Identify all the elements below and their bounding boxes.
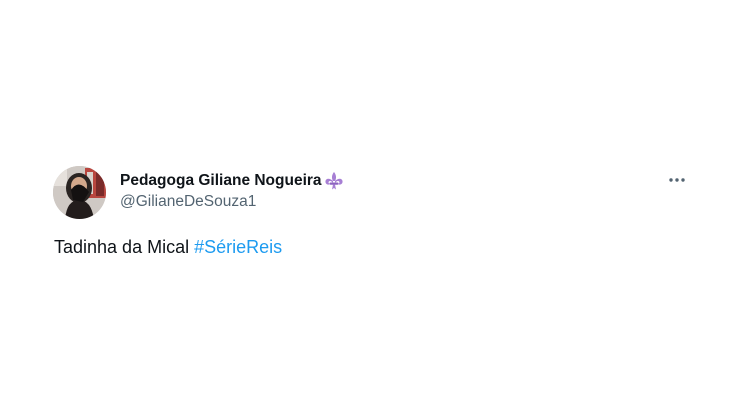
more-horizontal-icon <box>669 178 685 182</box>
tweet-text-main: Tadinha da Mical <box>54 237 190 257</box>
more-options-button[interactable] <box>664 170 690 190</box>
avatar-photo <box>53 166 106 219</box>
fleur-de-lis-icon <box>323 170 345 192</box>
hashtag-link[interactable]: #SérieReis <box>194 237 282 257</box>
tweet-card[interactable]: Pedagoga Giliane Nogueira @GilianeDeSouz… <box>0 0 747 420</box>
author-display-name[interactable]: Pedagoga Giliane Nogueira <box>120 172 322 190</box>
author-name-row[interactable]: Pedagoga Giliane Nogueira <box>120 170 345 192</box>
author-handle[interactable]: @GilianeDeSouza1 <box>120 193 256 211</box>
avatar[interactable] <box>53 166 106 219</box>
tweet-text: Tadinha da Mical #SérieReis <box>54 237 282 258</box>
